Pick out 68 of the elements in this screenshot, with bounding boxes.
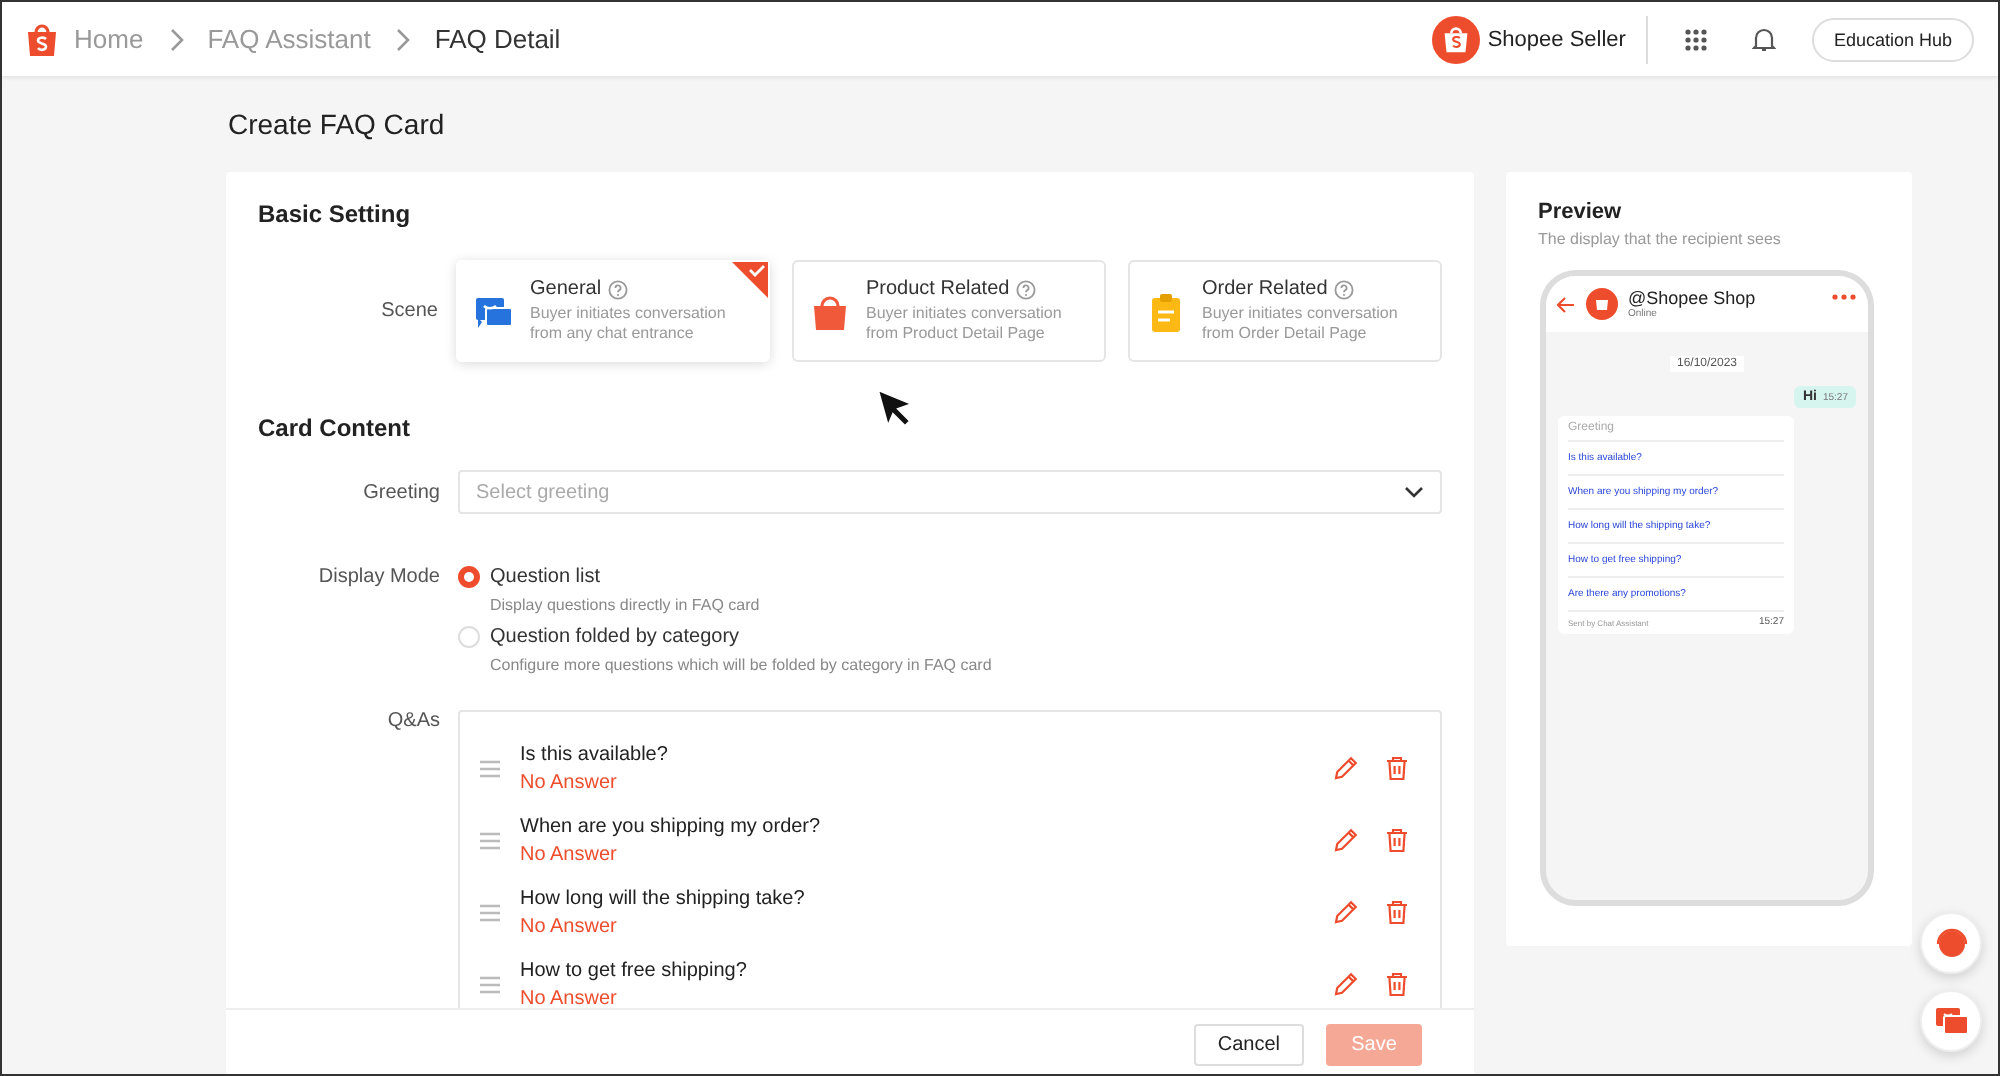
more-icon[interactable] bbox=[1832, 294, 1856, 300]
trash-icon[interactable] bbox=[1386, 828, 1408, 852]
chevron-right-icon bbox=[167, 27, 184, 51]
chat-icon bbox=[1933, 1005, 1969, 1037]
question-text: How long will the shipping take? bbox=[520, 887, 807, 909]
apps-grid-icon[interactable] bbox=[1683, 27, 1708, 51]
chevron-down-icon bbox=[1404, 486, 1424, 498]
drag-handle-icon[interactable] bbox=[480, 975, 500, 993]
support-button[interactable] bbox=[1920, 912, 1982, 974]
scene-title: Product Related bbox=[866, 278, 1010, 300]
trash-icon[interactable] bbox=[1386, 900, 1408, 924]
page-title: Create FAQ Card bbox=[226, 106, 447, 144]
answer-status: No Answer bbox=[520, 771, 619, 793]
shopping-bag-icon bbox=[810, 292, 850, 334]
brand-name: Shopee Seller bbox=[1487, 27, 1626, 51]
chat-button[interactable] bbox=[1920, 990, 1982, 1052]
preview-subtitle: The display that the recipient sees bbox=[1538, 230, 1783, 248]
help-icon[interactable] bbox=[1015, 279, 1036, 299]
shop-avatar-icon bbox=[1586, 288, 1618, 320]
scene-title: General bbox=[530, 278, 602, 300]
scene-title: Order Related bbox=[1202, 278, 1328, 300]
pencil-icon[interactable] bbox=[1334, 828, 1358, 852]
selected-corner-icon bbox=[732, 262, 768, 298]
pencil-icon[interactable] bbox=[1334, 972, 1358, 996]
drag-handle-icon[interactable] bbox=[480, 759, 500, 777]
scene-description: Buyer initiates conversation from any chat entrance bbox=[530, 304, 728, 344]
option-description: Configure more questions which will be folded by category in FAQ card bbox=[490, 656, 992, 674]
radio-button[interactable] bbox=[458, 566, 480, 588]
education-hub-button[interactable]: Education Hub bbox=[1811, 17, 1974, 61]
answer-status: No Answer bbox=[520, 915, 619, 937]
radio-label: Question folded by category bbox=[490, 626, 740, 648]
drag-handle-icon[interactable] bbox=[480, 903, 500, 921]
question-text: How to get free shipping? bbox=[520, 959, 749, 981]
scene-description: Buyer initiates conversation from Order Detail Page bbox=[1202, 304, 1400, 344]
pencil-icon[interactable] bbox=[1334, 756, 1358, 780]
section-title: Basic Setting bbox=[258, 200, 413, 228]
field-label: Greeting bbox=[361, 481, 442, 503]
breadcrumb-link[interactable]: FAQ Detail bbox=[434, 24, 561, 54]
help-icon[interactable] bbox=[607, 279, 628, 299]
chevron-right-icon bbox=[394, 27, 411, 51]
scene-description: Buyer initiates conversation from Product Detail Page bbox=[866, 304, 1064, 344]
field-label: Q&As bbox=[385, 710, 442, 736]
question-text: Is this available? bbox=[520, 743, 670, 765]
question-text: When are you shipping my order? bbox=[520, 815, 823, 837]
greeting-dropdown[interactable]: Select greeting bbox=[458, 470, 1442, 514]
shop-logo-icon[interactable] bbox=[22, 19, 62, 59]
back-arrow-icon[interactable] bbox=[1556, 295, 1576, 313]
trash-icon[interactable] bbox=[1386, 756, 1408, 780]
answer-status: No Answer bbox=[520, 987, 619, 1009]
radio-label: Question list bbox=[490, 566, 601, 588]
pencil-icon[interactable] bbox=[1334, 900, 1358, 924]
drag-handle-icon[interactable] bbox=[480, 831, 500, 849]
clipboard-icon bbox=[1146, 292, 1186, 334]
preview-title: Preview bbox=[1538, 200, 1624, 224]
scene-card[interactable]: General Buyer initiates conversation from any chat entrance bbox=[456, 260, 770, 362]
cancel-button[interactable]: Cancel bbox=[1193, 1024, 1304, 1066]
field-label: Scene bbox=[379, 300, 440, 322]
option-description: Display questions directly in FAQ card bbox=[490, 596, 762, 614]
scene-card[interactable]: Order Related Buyer initiates conversation from Order Detail Page bbox=[1128, 260, 1442, 362]
brand-logo-icon bbox=[1431, 15, 1480, 63]
shop-name: @Shopee Shop bbox=[1628, 288, 1758, 308]
help-icon[interactable] bbox=[1333, 279, 1354, 299]
trash-icon[interactable] bbox=[1386, 972, 1408, 996]
bell-icon[interactable] bbox=[1751, 26, 1776, 52]
answer-status: No Answer bbox=[520, 843, 619, 865]
section-title: Card Content bbox=[258, 414, 412, 442]
scene-card[interactable]: Product Related Buyer initiates conversation from Product Detail Page bbox=[792, 260, 1106, 362]
field-label: Display Mode bbox=[316, 566, 442, 592]
